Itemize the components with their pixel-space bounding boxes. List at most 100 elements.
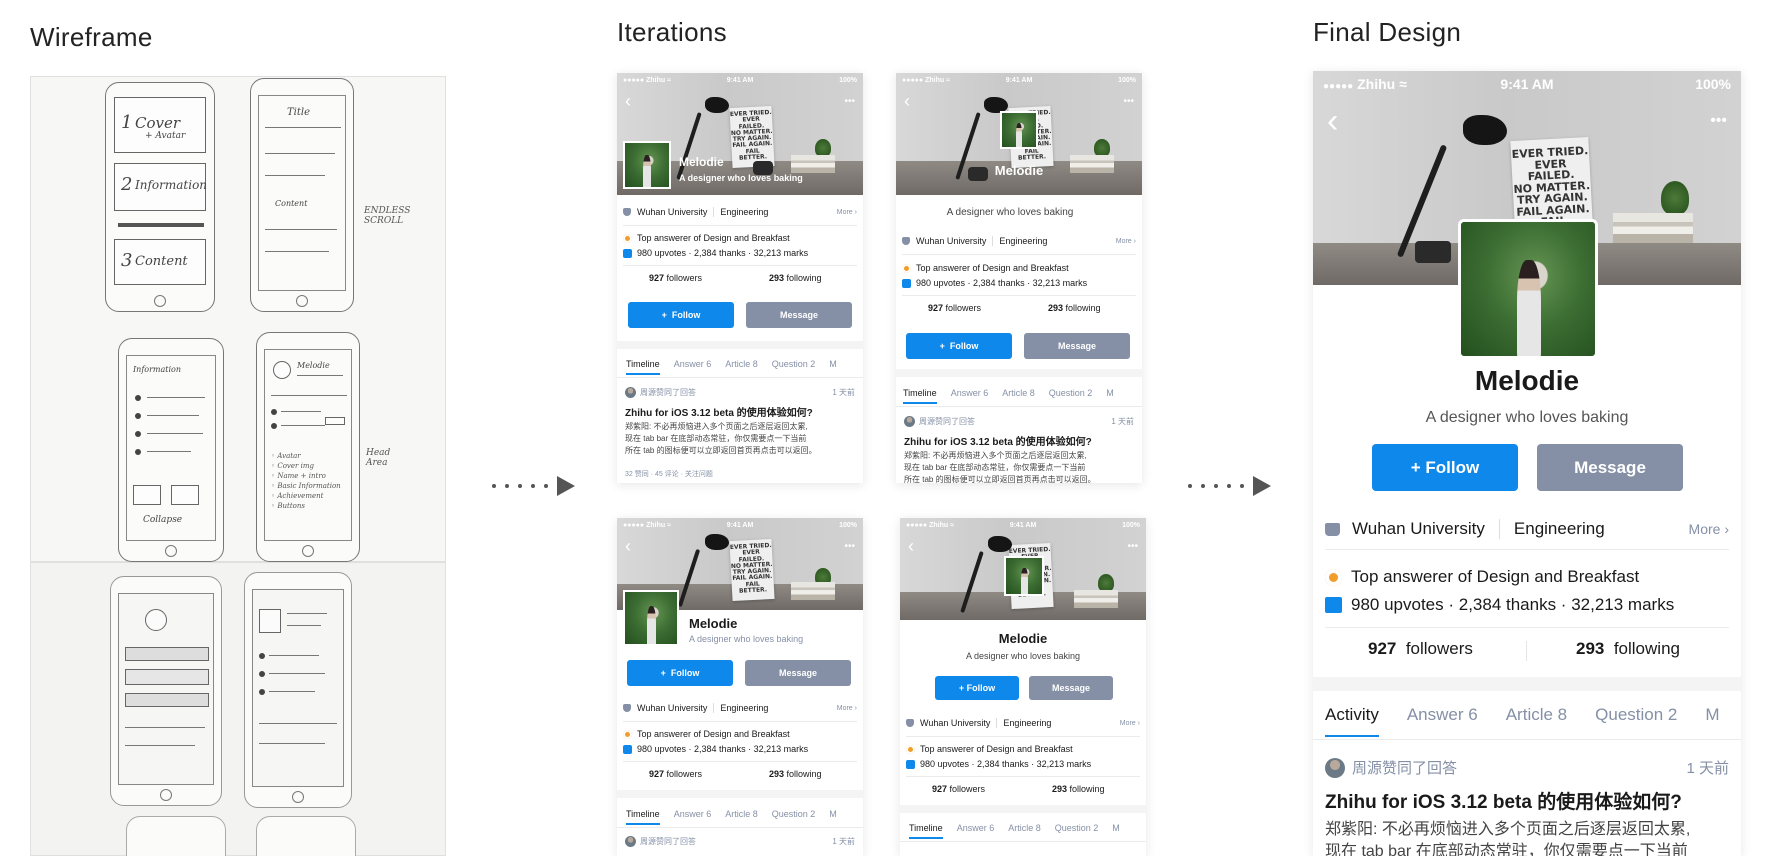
more-options-icon[interactable]: ••• [1123,96,1134,107]
follow-button[interactable]: + Follow [1372,444,1518,491]
tab-timeline[interactable]: Timeline [903,388,937,404]
graduation-cap-icon [902,237,910,245]
nav-bar: ‹ ••• [900,536,1146,556]
following-count[interactable]: 293 following [1048,303,1101,313]
profile-name: Melodie [679,155,724,169]
back-icon[interactable]: ‹ [625,91,631,112]
back-icon[interactable]: ‹ [904,91,910,112]
back-icon[interactable]: ‹ [908,536,914,557]
sketch-cover-block: 1 Cover + Avatar [114,97,206,153]
education-row[interactable]: Wuhan University Engineering More [623,207,857,217]
follow-button[interactable]: + Follow [628,302,734,328]
followers-count[interactable]: 927 followers [649,273,702,283]
tab-answer[interactable]: Answer 6 [674,359,712,375]
follow-button[interactable]: + Follow [906,333,1012,359]
following-count[interactable]: 293 following [769,769,822,779]
badge-icon [1325,568,1342,586]
tab-more[interactable]: M [829,359,837,375]
education-row[interactable]: Wuhan University Engineering More [906,718,1140,728]
feed-actor[interactable]: 周源赞同了回答 [1352,757,1457,778]
following-count[interactable]: 293 following [1576,639,1680,659]
iteration-1-card: EVER TRIED. EVER FAILED. NO MATTER. TRY AGA… [617,73,863,483]
back-icon[interactable]: ‹ [625,536,631,557]
feed-question-title[interactable]: Zhihu for iOS 3.12 beta 的使用体验如何? [1325,787,1682,814]
profile-tabs: Timeline Answer 6 Article 8 Question 2 M [909,823,1120,839]
design-process-board: Wireframe Iterations Final Design 1 Cove… [0,0,1768,856]
avatar[interactable] [1000,111,1038,149]
avatar[interactable] [623,141,671,189]
more-link[interactable]: More [1689,521,1729,537]
tab-question[interactable]: Question 2 [1049,388,1093,404]
tab-question[interactable]: Question 2 [1055,823,1099,839]
graduation-cap-icon [906,719,914,727]
tab-more[interactable]: M [1705,705,1719,737]
back-icon[interactable]: ‹ [1327,102,1338,141]
tab-answer[interactable]: Answer 6 [957,823,995,839]
tab-timeline[interactable]: Timeline [626,359,660,375]
stats-row: 980 upvotes · 2,384 thanks · 32,213 mark… [902,278,1087,288]
more-options-icon[interactable]: ••• [844,541,855,552]
tab-answer[interactable]: Answer 6 [951,388,989,404]
badge-icon [902,263,911,273]
profile-bio: A designer who loves baking [689,634,804,644]
tab-article[interactable]: Article 8 [1002,388,1035,404]
tab-question[interactable]: Question 2 [772,809,816,825]
message-button[interactable]: Message [1029,676,1113,700]
tab-more[interactable]: M [1112,823,1120,839]
followers-count[interactable]: 927 followers [649,769,702,779]
message-button[interactable]: Message [745,660,851,686]
message-button[interactable]: Message [1024,333,1130,359]
more-options-icon[interactable]: ••• [844,96,855,107]
user-avatar-icon [904,416,915,427]
profile-tabs: Activity Answer 6 Article 8 Question 2 M [1325,705,1720,737]
feed-answer-excerpt[interactable]: 郑紫阳: 不必再烦恼进入多个页面之后逐层返回太累, 现在 tab bar 在底部动… [904,450,1136,483]
feed-answer-excerpt[interactable]: 郑紫阳: 不必再烦恼进入多个页面之后逐层返回太累, 现在 tab bar 在底部动… [1325,819,1735,856]
more-options-icon[interactable]: ••• [1710,112,1727,130]
tab-question[interactable]: Question 2 [772,359,816,375]
feed-question-title[interactable]: Zhihu for iOS 3.12 beta 的使用体验如何? [904,433,1092,448]
followers-count[interactable]: 927 followers [1368,639,1473,659]
sketch-phone-information: Information Collapse [118,338,224,562]
message-button[interactable]: Message [1537,444,1683,491]
tab-article[interactable]: Article 8 [725,809,758,825]
nav-bar: ‹ ••• [1313,101,1741,141]
feed-answer-excerpt[interactable]: 郑紫阳: 不必再烦恼进入多个页面之后逐层返回太累, 现在 tab bar 在底部动… [625,421,857,457]
iteration-4-card: EVER TRIED.EVER FAILED.NO MATTER.TRY AGA… [900,518,1146,856]
badge-icon [623,729,632,739]
tab-answer[interactable]: Answer 6 [674,809,712,825]
badge-icon [906,744,915,754]
more-options-icon[interactable]: ••• [1127,541,1138,552]
avatar[interactable] [1004,556,1044,596]
avatar[interactable] [623,590,679,646]
tab-article[interactable]: Article 8 [1506,705,1567,737]
following-count[interactable]: 293 following [769,273,822,283]
tab-article[interactable]: Article 8 [1008,823,1041,839]
following-count[interactable]: 293 following [1052,784,1105,794]
profile-bio: A designer who loves baking [965,651,1081,661]
education-row[interactable]: Wuhan University Engineering More [623,703,857,713]
feed-time: 1 天前 [1686,760,1729,777]
education-row[interactable]: Wuhan University Engineering More [902,236,1136,246]
tab-article[interactable]: Article 8 [725,359,758,375]
tab-more[interactable]: M [829,809,837,825]
sketch-phone-profile: Melodie ◦ Avatar ◦ Cover img ◦ Name + in… [256,332,360,562]
tab-activity[interactable]: Activity [1325,705,1379,737]
sketch-phone-variant-c [126,816,226,856]
message-button[interactable]: Message [746,302,852,328]
tab-question[interactable]: Question 2 [1595,705,1677,737]
tab-more[interactable]: M [1106,388,1114,404]
status-bar: ●●●●● Zhihu ≈ 9:41 AM 100% [902,76,1136,84]
nav-bar: ‹ ••• [617,91,863,111]
follow-button[interactable]: + Follow [935,676,1019,700]
tab-timeline[interactable]: Timeline [909,823,943,839]
follow-button[interactable]: + Follow [627,660,733,686]
sketch-phone-variant-d [256,816,356,856]
feed-question-title[interactable]: Zhihu for iOS 3.12 beta 的使用体验如何? [625,404,813,419]
avatar[interactable] [1458,219,1598,359]
graduation-cap-icon [623,208,631,216]
followers-count[interactable]: 927 followers [932,784,985,794]
tab-timeline[interactable]: Timeline [626,809,660,825]
education-row[interactable]: Wuhan University Engineering More [1325,519,1729,539]
tab-answer[interactable]: Answer 6 [1407,705,1478,737]
followers-count[interactable]: 927 followers [928,303,981,313]
